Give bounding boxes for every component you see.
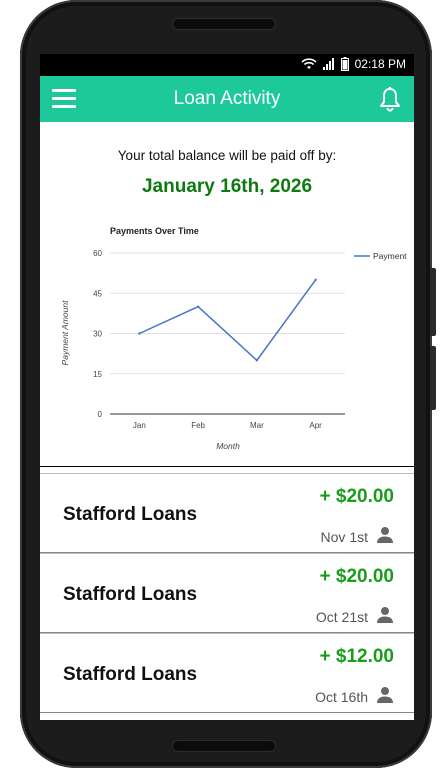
item-title: Stafford Loans: [63, 584, 198, 605]
legend-label: Payment: [373, 251, 407, 261]
item-amount: + $20.00: [319, 566, 395, 587]
item-date: Nov 1st: [320, 529, 368, 545]
screen: 02:18 PM Loan Activity Your total balanc…: [40, 54, 414, 720]
payoff-label: Your total balance will be paid off by:: [117, 148, 337, 163]
data-point: [138, 332, 141, 335]
content: Your total balance will be paid off by: …: [40, 122, 414, 720]
top-speaker: [172, 18, 276, 30]
series-line: [139, 279, 317, 362]
status-time: 02:18 PM: [354, 57, 406, 71]
person-icon: [377, 687, 393, 703]
item-title: Stafford Loans: [63, 504, 198, 525]
chart-title: Payments Over Time: [110, 226, 199, 236]
data-point: [196, 305, 200, 308]
data-point: [314, 278, 317, 282]
x-tick-label: Feb: [191, 421, 205, 430]
app-bar: Loan Activity: [40, 76, 414, 122]
list-item[interactable]: Stafford Loans + $20.00 Nov 1st: [40, 473, 414, 553]
person-icon: [377, 527, 393, 543]
item-date: Oct 16th: [315, 689, 368, 705]
x-tick-label: Apr: [309, 421, 322, 430]
y-tick-label: 15: [93, 370, 102, 379]
person-icon: [377, 607, 393, 623]
x-tick-label: Mar: [250, 421, 264, 430]
item-amount: + $12.00: [319, 646, 395, 667]
power-button: [430, 346, 436, 410]
chart-svg: Payments Over Time 0 15 30 45 60 Jan Feb Mar Apr…: [60, 226, 407, 451]
y-tick-label: 30: [93, 330, 102, 339]
battery-icon: [340, 57, 349, 71]
list-item[interactable]: Stafford Loans + $12.00 Oct 16th: [40, 633, 414, 713]
item-title: Stafford Loans: [63, 664, 198, 685]
volume-button: [430, 268, 436, 336]
list-item[interactable]: Stafford Loans + $20.00 Oct 21st: [40, 553, 414, 633]
chart-ticks: 0 15 30 45 60 Jan Feb Mar Apr: [93, 249, 322, 430]
payments-chart: Payments Over Time 0 15 30 45 60 Jan Feb Mar Apr…: [40, 218, 414, 464]
x-tick-label: Jan: [133, 421, 146, 430]
bottom-speaker: [172, 740, 276, 752]
wifi-icon: [301, 58, 317, 69]
y-tick-label: 0: [98, 410, 103, 419]
page-title: Loan Activity: [173, 88, 281, 109]
data-point: [255, 359, 259, 362]
signal-icon: [322, 58, 334, 70]
y-tick-label: 60: [93, 249, 102, 258]
chart-series: [138, 278, 317, 362]
payoff-date: January 16th, 2026: [141, 176, 313, 197]
y-axis-label: Payment Amount: [60, 300, 70, 366]
bell-icon[interactable]: [378, 86, 402, 112]
item-date: Oct 21st: [315, 609, 368, 625]
item-amount: + $20.00: [319, 486, 395, 507]
status-bar: 02:18 PM: [40, 54, 414, 76]
y-tick-label: 45: [93, 289, 102, 298]
activity-list: Stafford Loans + $20.00 Nov 1st Stafford…: [40, 466, 414, 720]
x-axis-label: Month: [216, 441, 240, 451]
